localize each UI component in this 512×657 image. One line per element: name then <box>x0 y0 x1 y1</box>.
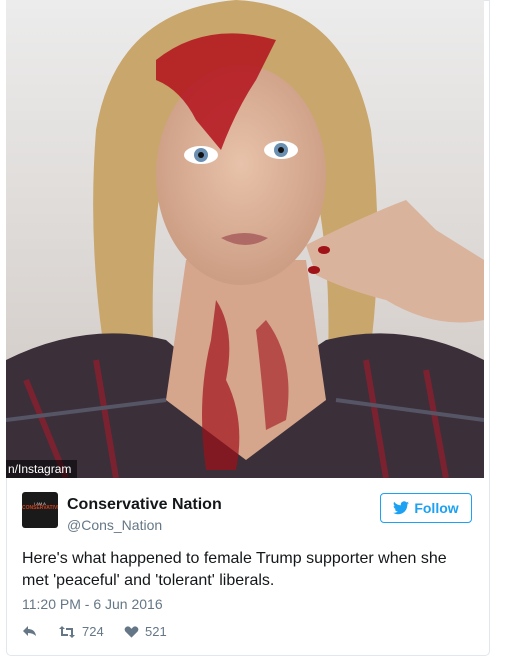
tweet-text: Here's what happened to female Trump sup… <box>22 550 447 589</box>
retweet-button[interactable]: 724 <box>58 624 104 639</box>
follow-button[interactable]: Follow <box>380 493 472 523</box>
follow-label: Follow <box>414 500 459 516</box>
reply-button[interactable] <box>22 624 38 638</box>
avatar-line2: CONSERVATIVE <box>22 505 58 511</box>
twitter-bird-icon <box>393 501 410 515</box>
tweet-timestamp[interactable]: 11:20 PM - 6 Jun 2016 <box>22 596 163 612</box>
tweet-header: I AM A CONSERVATIVE Conservative Nation … <box>22 492 472 536</box>
photo-illustration <box>6 0 484 478</box>
user-handle[interactable]: @Cons_Nation <box>67 517 162 533</box>
avatar[interactable]: I AM A CONSERVATIVE <box>22 492 58 528</box>
retweet-count: 724 <box>82 624 104 639</box>
reply-icon <box>23 626 36 636</box>
like-button[interactable]: 521 <box>124 624 167 639</box>
tweet-photo[interactable]: n/Instagram <box>6 0 484 478</box>
heart-icon <box>124 625 139 638</box>
retweet-icon <box>59 625 75 638</box>
display-name[interactable]: Conservative Nation <box>67 496 222 514</box>
photo-credit: n/Instagram <box>6 460 78 478</box>
like-count: 521 <box>145 624 167 639</box>
